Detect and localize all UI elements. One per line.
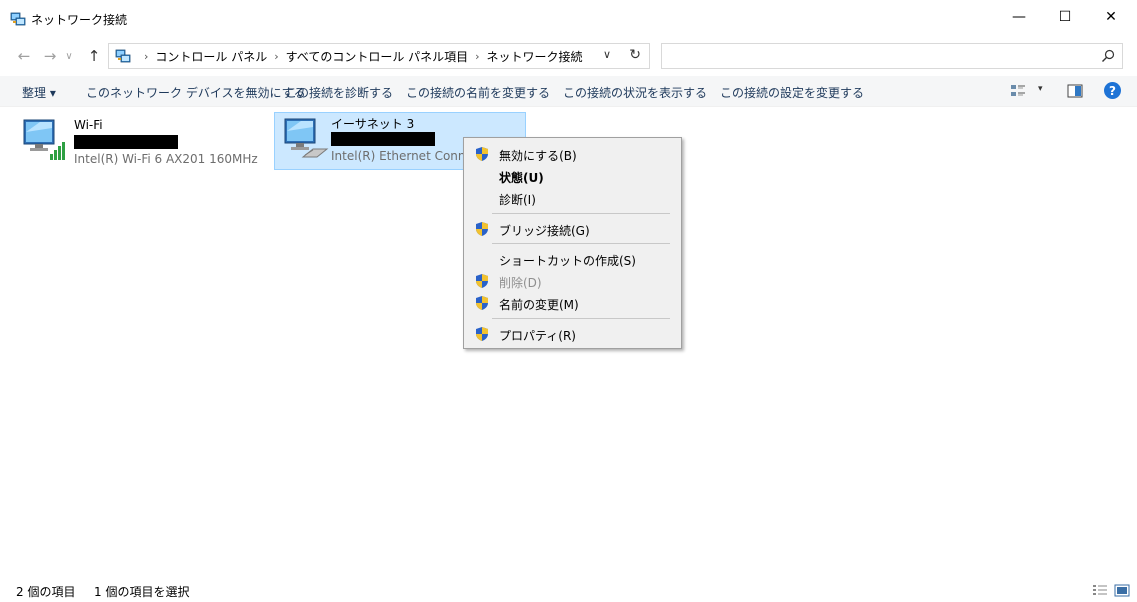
menu-item-status[interactable]: 状態(U) [464, 165, 681, 187]
redacted-network-name [331, 132, 435, 146]
connection-item-wifi[interactable]: Wi-Fi Intel(R) Wi-Fi 6 AX201 160MHz [14, 114, 264, 176]
uac-shield-icon [476, 147, 488, 161]
menu-separator [492, 213, 670, 214]
address-row: ← → ∨ ↑ › コントロール パネル › すべてのコントロール パネル項目 … [0, 38, 1137, 74]
menu-item-label: 状態(U) [499, 171, 544, 185]
wifi-adapter-icon [23, 119, 65, 160]
menu-item-bridge[interactable]: ブリッジ接続(G) [464, 218, 681, 240]
rename-connection-button[interactable]: この接続の名前を変更する [406, 84, 550, 101]
diagnose-connection-button[interactable]: この接続を診断する [285, 84, 393, 101]
ethernet-adapter-icon [284, 118, 329, 158]
menu-separator [492, 318, 670, 319]
close-button[interactable]: ✕ [1088, 0, 1134, 34]
view-status-button[interactable]: この接続の状況を表示する [563, 84, 707, 101]
uac-shield-icon [476, 222, 488, 236]
menu-item-label: 名前の変更(M) [499, 298, 579, 312]
breadcrumb-separator[interactable]: › [144, 50, 148, 63]
connection-name: Wi-Fi [74, 118, 103, 132]
redacted-network-name [74, 135, 178, 149]
breadcrumb: › コントロール パネル › すべてのコントロール パネル項目 › ネットワーク… [137, 48, 583, 65]
control-panel-icon [115, 49, 131, 63]
menu-separator [492, 243, 670, 244]
details-view-icon[interactable] [1092, 584, 1108, 597]
breadcrumb-control-panel[interactable]: コントロール パネル [155, 48, 267, 65]
up-button[interactable]: ↑ [84, 46, 104, 66]
menu-item-label: 診断(I) [499, 193, 536, 207]
breadcrumb-separator[interactable]: › [274, 50, 278, 63]
breadcrumb-all-items[interactable]: すべてのコントロール パネル項目 [286, 48, 469, 65]
minimize-button[interactable]: — [996, 0, 1042, 34]
uac-shield-icon [476, 274, 488, 288]
change-settings-button[interactable]: この接続の設定を変更する [720, 84, 864, 101]
address-dropdown-button[interactable]: ∨ [603, 48, 611, 61]
large-icons-view-icon[interactable] [1114, 584, 1130, 597]
menu-item-delete: 削除(D) [464, 270, 681, 292]
menu-item-disable[interactable]: 無効にする(B) [464, 143, 681, 165]
maximize-button[interactable]: ☐ [1042, 0, 1088, 34]
menu-item-label: ショートカットの作成(S) [499, 254, 636, 268]
context-menu: 無効にする(B) 状態(U) 診断(I) ブリッジ接続(G) ショートカットの作… [463, 137, 682, 349]
view-options-dropdown[interactable]: ▾ [1038, 84, 1043, 94]
menu-item-label: プロパティ(R) [499, 329, 576, 343]
command-bar: 整理 ▾ このネットワーク デバイスを無効にする この接続を診断する この接続の… [0, 76, 1137, 107]
search-icon[interactable] [1100, 48, 1116, 64]
search-input[interactable] [661, 43, 1123, 69]
uac-shield-icon [476, 327, 488, 341]
adapter-description: Intel(R) Ethernet Connect [331, 149, 485, 163]
menu-item-rename[interactable]: 名前の変更(M) [464, 292, 681, 314]
help-icon[interactable]: ? [1104, 82, 1121, 99]
window-title: ネットワーク接続 [31, 13, 128, 27]
title-bar: ネットワーク接続 — ☐ ✕ [0, 0, 1137, 38]
change-view-icon[interactable] [1010, 84, 1026, 98]
menu-item-label: 削除(D) [499, 276, 542, 290]
menu-item-label: ブリッジ接続(G) [499, 224, 590, 238]
status-bar: 2 個の項目 1 個の項目を選択 [0, 578, 1137, 602]
recent-locations-button[interactable]: ∨ [62, 46, 76, 66]
forward-button[interactable]: → [40, 46, 60, 66]
preview-pane-icon[interactable] [1067, 84, 1083, 98]
disable-device-button[interactable]: このネットワーク デバイスを無効にする [86, 84, 306, 101]
refresh-button[interactable]: ↻ [629, 47, 641, 63]
menu-item-label: 無効にする(B) [499, 149, 577, 163]
back-button[interactable]: ← [14, 46, 34, 66]
menu-item-create-shortcut[interactable]: ショートカットの作成(S) [464, 248, 681, 270]
network-connections-icon [10, 12, 26, 26]
uac-shield-icon [476, 296, 488, 310]
selection-count: 1 個の項目を選択 [94, 585, 190, 599]
item-count: 2 個の項目 [16, 585, 76, 599]
connection-name: イーサネット 3 [331, 117, 415, 131]
menu-item-properties[interactable]: プロパティ(R) [464, 323, 681, 345]
address-bar[interactable]: › コントロール パネル › すべてのコントロール パネル項目 › ネットワーク… [108, 43, 650, 69]
breadcrumb-separator[interactable]: › [475, 50, 479, 63]
menu-item-diagnose[interactable]: 診断(I) [464, 187, 681, 209]
breadcrumb-network-connections[interactable]: ネットワーク接続 [487, 48, 583, 65]
organize-menu-button[interactable]: 整理 ▾ [22, 84, 56, 101]
adapter-description: Intel(R) Wi-Fi 6 AX201 160MHz [74, 152, 258, 166]
